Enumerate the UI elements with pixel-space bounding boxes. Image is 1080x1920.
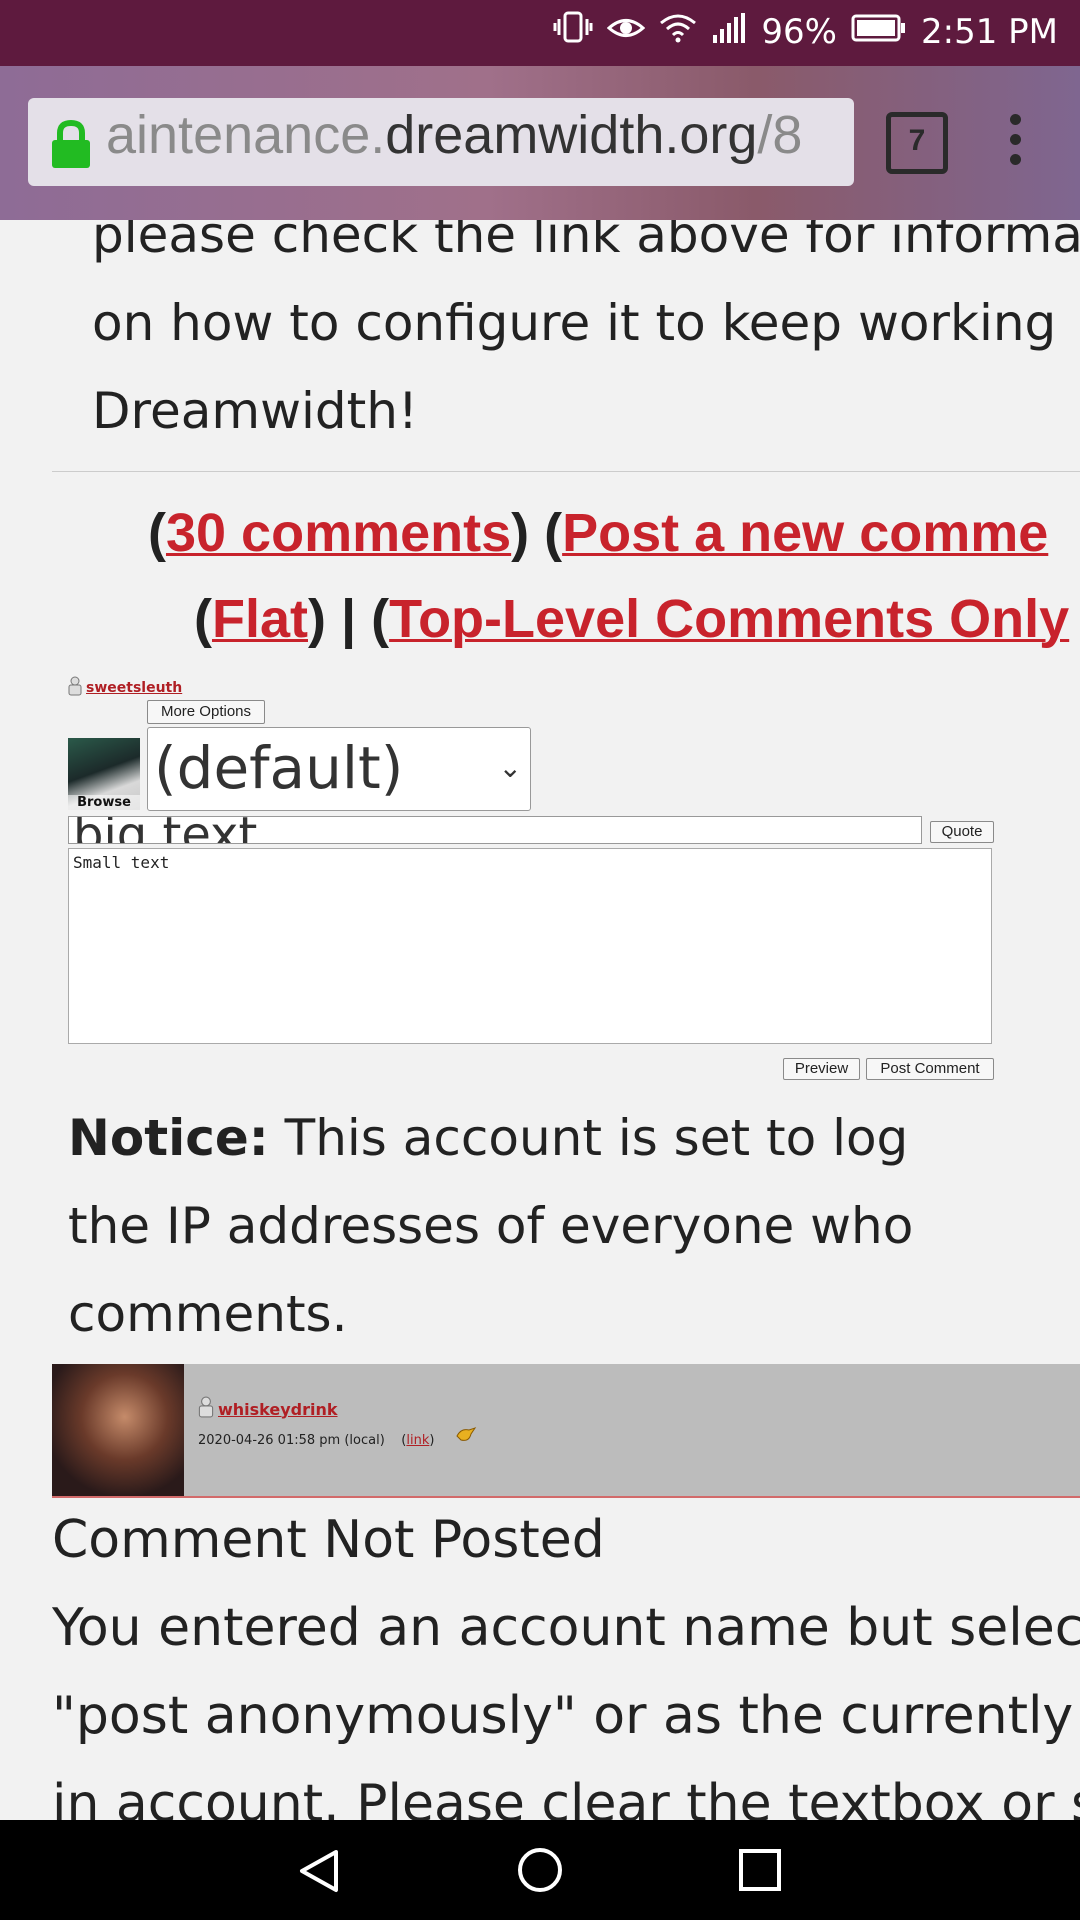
- reply-username: sweetsleuth: [68, 676, 182, 700]
- back-icon[interactable]: [296, 1848, 342, 1898]
- toplevel-link[interactable]: Top-Level Comments Only: [389, 589, 1069, 649]
- error-title: Comment Not Posted: [52, 1510, 605, 1570]
- subject-input[interactable]: big text: [68, 816, 922, 844]
- avatar[interactable]: [52, 1364, 184, 1496]
- comment-username-link[interactable]: whiskeydrink: [218, 1400, 338, 1419]
- signal-icon: [711, 12, 747, 52]
- ip-notice: Notice: This account is set to log the I…: [68, 1094, 968, 1358]
- lock-icon: [50, 119, 92, 172]
- chevron-down-icon: ⌄: [498, 751, 522, 784]
- error-line: "post anonymously" or as the currently l…: [52, 1686, 1080, 1746]
- reply-username-link[interactable]: sweetsleuth: [86, 680, 182, 696]
- post-comment-link[interactable]: Post a new comme: [562, 503, 1048, 563]
- wifi-icon: [659, 12, 697, 52]
- url-bar[interactable]: aintenance.dreamwidth.org/8: [28, 98, 854, 186]
- user-icon: [68, 676, 82, 700]
- comment-links-row: (30 comments) (Post a new comme: [148, 503, 1049, 563]
- preview-button[interactable]: Preview: [783, 1058, 860, 1080]
- error-message: Comment Not Posted You entered an accoun…: [52, 1496, 1080, 1820]
- comments-count-link[interactable]: 30 comments: [166, 503, 511, 563]
- tab-switcher-button[interactable]: 7: [886, 112, 948, 174]
- overflow-menu-icon[interactable]: [1010, 114, 1022, 174]
- comment-meta: 2020-04-26 01:58 pm (local) (link): [198, 1426, 477, 1448]
- battery-icon: [851, 12, 907, 52]
- user-icon: [198, 1396, 214, 1422]
- ip-logged-icon: [455, 1427, 477, 1448]
- comment-date: 2020-04-26 01:58 pm (local): [198, 1433, 385, 1448]
- url-text[interactable]: aintenance.dreamwidth.org/8: [106, 104, 846, 166]
- article-line: on how to configure it to keep working: [92, 294, 1057, 352]
- error-line: You entered an account name but select: [52, 1598, 1080, 1658]
- clock: 2:51 PM: [921, 11, 1058, 52]
- quote-button[interactable]: Quote: [930, 821, 994, 843]
- comment-username: whiskeydrink: [198, 1396, 338, 1422]
- post-comment-button[interactable]: Post Comment: [866, 1058, 994, 1080]
- flat-link[interactable]: Flat: [212, 589, 308, 649]
- comment-header: whiskeydrink 2020-04-26 01:58 pm (local)…: [52, 1364, 1080, 1498]
- recents-icon[interactable]: [738, 1848, 782, 1896]
- battery-percent: 96%: [761, 11, 837, 52]
- browser-toolbar: aintenance.dreamwidth.org/8 7: [0, 66, 1080, 220]
- home-icon[interactable]: [516, 1846, 564, 1898]
- comment-view-row: (Flat) | (Top-Level Comments Only: [194, 589, 1070, 649]
- navigation-bar: [0, 1820, 1080, 1920]
- browse-label: Browse: [68, 795, 140, 810]
- divider: [52, 471, 1080, 472]
- comment-body-textarea[interactable]: Small text: [68, 848, 992, 1044]
- article-line: please check the link above for informa: [92, 220, 1080, 264]
- notice-label: Notice:: [68, 1109, 269, 1167]
- more-options-button[interactable]: More Options: [147, 700, 265, 724]
- article-line: Dreamwidth!: [92, 382, 418, 440]
- vibrate-icon: [553, 10, 593, 53]
- status-bar: 96% 2:51 PM: [0, 0, 1080, 66]
- page-content: please check the link above for informa …: [0, 220, 1080, 1820]
- icon-select[interactable]: (default) ⌄: [147, 727, 531, 811]
- comment-permalink[interactable]: link: [406, 1433, 429, 1448]
- eye-icon: [607, 12, 646, 52]
- error-line: in account. Please clear the textbox or …: [52, 1774, 1080, 1820]
- userpic-browse[interactable]: Browse: [68, 738, 140, 810]
